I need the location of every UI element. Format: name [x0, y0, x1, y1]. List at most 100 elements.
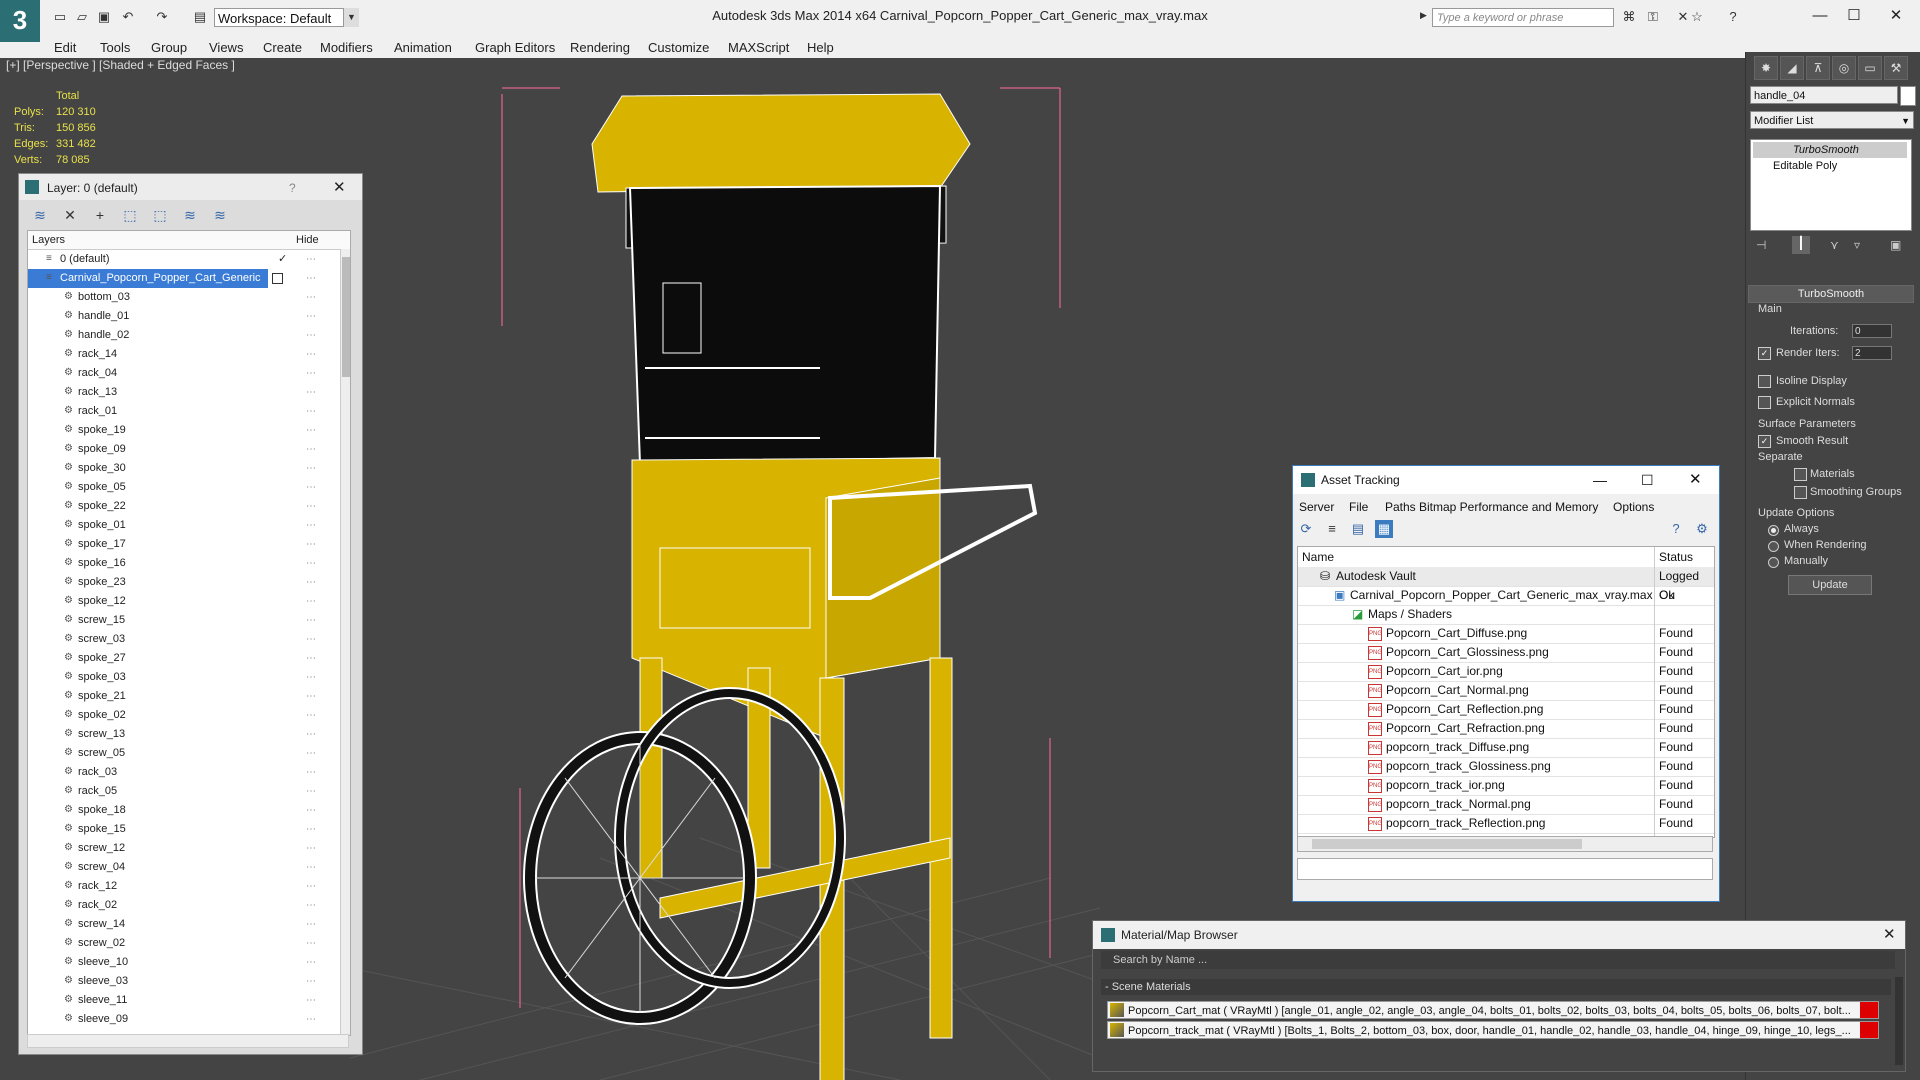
- open-file-icon[interactable]: ▱: [74, 10, 90, 24]
- menu-help[interactable]: Help: [807, 40, 834, 55]
- always-radio[interactable]: [1768, 525, 1779, 536]
- layer-row[interactable]: ⚙ screw_13 ⋯: [28, 725, 330, 744]
- layer-row[interactable]: ⚙ rack_13 ⋯: [28, 383, 330, 402]
- asset-row-map[interactable]: PNG popcorn_track_Reflection.png Found: [1298, 814, 1714, 834]
- layer-row[interactable]: ⚙ rack_02 ⋯: [28, 896, 330, 915]
- hide-toggle[interactable]: ⋯: [306, 497, 316, 516]
- materials-checkbox[interactable]: [1794, 468, 1807, 481]
- asset-row-vault[interactable]: ⛁ Autodesk Vault Logged Ou: [1298, 567, 1714, 602]
- vault-help-icon[interactable]: ?: [1667, 520, 1685, 538]
- layer-row[interactable]: ⚙ sleeve_03 ⋯: [28, 972, 330, 991]
- hide-toggle[interactable]: ⋯: [306, 801, 316, 820]
- asset-row-map[interactable]: PNG Popcorn_Cart_Diffuse.png Found: [1298, 624, 1714, 644]
- modifier-stack[interactable]: TurboSmooth Editable Poly: [1750, 139, 1912, 231]
- smooth-result-checkbox[interactable]: ✓: [1758, 435, 1771, 448]
- redo-icon[interactable]: ↷: [154, 10, 170, 24]
- set-current-layer-icon[interactable]: [272, 273, 283, 284]
- layer-row[interactable]: ⚙ rack_12 ⋯: [28, 877, 330, 896]
- layer-row[interactable]: ⚙ screw_15 ⋯: [28, 611, 330, 630]
- modify-tab-icon[interactable]: ◢: [1780, 56, 1804, 80]
- table-view-icon[interactable]: ▤: [1349, 520, 1367, 538]
- workspace-select[interactable]: Workspace: Default: [214, 8, 358, 27]
- layer-row[interactable]: ⚙ spoke_22 ⋯: [28, 497, 330, 516]
- layer-row[interactable]: ⚙ screw_04 ⋯: [28, 858, 330, 877]
- close-icon[interactable]: ✕: [1883, 925, 1896, 943]
- layer-scrollbar[interactable]: [340, 249, 350, 1035]
- menu-create[interactable]: Create: [263, 40, 302, 55]
- layer-row[interactable]: ⚙ rack_05 ⋯: [28, 782, 330, 801]
- undo-icon[interactable]: ↶: [120, 10, 136, 24]
- asset-row-maps-folder[interactable]: ◪ Maps / Shaders: [1298, 605, 1714, 625]
- motion-tab-icon[interactable]: ◎: [1832, 56, 1856, 80]
- layer-row[interactable]: ⚙ bottom_03 ⋯: [28, 288, 330, 307]
- menu-maxscript[interactable]: MAXScript: [728, 40, 789, 55]
- asset-row-map[interactable]: PNG popcorn_track_Diffuse.png Found: [1298, 738, 1714, 758]
- asset-tree[interactable]: Name Status ⛁ Autodesk Vault Logged Ou ▣…: [1297, 546, 1715, 838]
- maximize-button[interactable]: ☐: [1641, 466, 1654, 494]
- asset-row-map[interactable]: PNG popcorn_track_Glossiness.png Found: [1298, 757, 1714, 777]
- material-search-input[interactable]: Search by Name ...: [1101, 951, 1895, 969]
- hide-toggle[interactable]: ⋯: [306, 364, 316, 383]
- asset-row-map[interactable]: PNG Popcorn_Cart_Reflection.png Found: [1298, 700, 1714, 720]
- scene-materials-header[interactable]: - Scene Materials: [1101, 979, 1891, 995]
- hide-toggle[interactable]: ⋯: [306, 649, 316, 668]
- hide-toggle[interactable]: ⋯: [306, 250, 316, 269]
- app-logo-icon[interactable]: 3: [0, 0, 40, 42]
- remove-modifier-icon[interactable]: ▿: [1854, 238, 1860, 252]
- asset-row-scene-file[interactable]: ▣ Carnival_Popcorn_Popper_Cart_Generic_m…: [1298, 586, 1714, 606]
- hide-all-icon[interactable]: ≋: [181, 206, 199, 224]
- layer-list[interactable]: Layers Hide ≡ 0 (default) ✓ ⋯ ≡ Carnival_Popc…: [27, 230, 351, 1036]
- hide-toggle[interactable]: ⋯: [306, 991, 316, 1010]
- viewport-label[interactable]: [+] [Perspective ] [Shaded + Edged Faces…: [6, 58, 235, 72]
- layer-row[interactable]: ⚙ rack_01 ⋯: [28, 402, 330, 421]
- hide-toggle[interactable]: ⋯: [306, 630, 316, 649]
- name-column-header[interactable]: Name: [1302, 550, 1334, 564]
- hide-toggle[interactable]: ⋯: [306, 307, 316, 326]
- add-selection-icon[interactable]: +: [91, 206, 109, 224]
- hide-toggle[interactable]: ⋯: [306, 858, 316, 877]
- delete-layer-icon[interactable]: ✕: [61, 206, 79, 224]
- object-color-swatch[interactable]: [1900, 86, 1916, 106]
- hide-toggle[interactable]: ⋯: [306, 915, 316, 934]
- layer-row[interactable]: ⚙ sleeve_10 ⋯: [28, 953, 330, 972]
- hide-toggle[interactable]: ⋯: [306, 725, 316, 744]
- asset-row-map[interactable]: PNG popcorn_track_ior.png Found: [1298, 776, 1714, 796]
- menu-rendering[interactable]: Rendering: [570, 40, 630, 55]
- material-browser-titlebar[interactable]: Material/Map Browser ✕: [1093, 921, 1905, 949]
- hide-toggle[interactable]: ⋯: [306, 763, 316, 782]
- search-input[interactable]: Type a keyword or phrase: [1432, 8, 1614, 27]
- hide-toggle[interactable]: ⋯: [306, 877, 316, 896]
- update-button[interactable]: Update: [1788, 575, 1872, 595]
- star-icon[interactable]: ☆: [1688, 9, 1706, 25]
- hide-toggle[interactable]: ⋯: [306, 554, 316, 573]
- smoothing-groups-checkbox[interactable]: [1794, 486, 1807, 499]
- hide-toggle[interactable]: ⋯: [306, 516, 316, 535]
- hierarchy-tab-icon[interactable]: ⊼: [1806, 56, 1830, 80]
- layer-row[interactable]: ⚙ spoke_21 ⋯: [28, 687, 330, 706]
- layer-row[interactable]: ⚙ spoke_18 ⋯: [28, 801, 330, 820]
- hide-toggle[interactable]: ⋯: [306, 839, 316, 858]
- help-button[interactable]: ?: [289, 181, 296, 195]
- layer-row[interactable]: ≡ 0 (default) ✓ ⋯: [28, 250, 330, 269]
- hide-toggle[interactable]: ⋯: [306, 934, 316, 953]
- create-layer-icon[interactable]: ≋: [31, 206, 49, 224]
- hide-toggle[interactable]: ⋯: [306, 478, 316, 497]
- display-tab-icon[interactable]: ▭: [1858, 56, 1882, 80]
- hide-toggle[interactable]: ⋯: [306, 896, 316, 915]
- layer-row[interactable]: ⚙ sleeve_09 ⋯: [28, 1010, 330, 1029]
- layer-row[interactable]: ⚙ spoke_27 ⋯: [28, 649, 330, 668]
- freeze-all-icon[interactable]: ≋: [211, 206, 229, 224]
- configure-modifier-sets-icon[interactable]: ▣: [1890, 238, 1901, 252]
- layer-row[interactable]: ⚙ handle_01 ⋯: [28, 307, 330, 326]
- show-end-result-icon[interactable]: ┃: [1792, 236, 1810, 254]
- render-iters-checkbox[interactable]: ✓: [1758, 347, 1771, 360]
- layer-row[interactable]: ⚙ spoke_12 ⋯: [28, 592, 330, 611]
- asset-row-map[interactable]: PNG Popcorn_Cart_ior.png Found: [1298, 662, 1714, 682]
- hide-toggle[interactable]: ⋯: [306, 421, 316, 440]
- asset-row-map[interactable]: PNG Popcorn_Cart_Normal.png Found: [1298, 681, 1714, 701]
- refresh-icon[interactable]: ⟳: [1297, 520, 1315, 538]
- layer-row[interactable]: ⚙ spoke_05 ⋯: [28, 478, 330, 497]
- scrollbar-thumb[interactable]: [342, 257, 350, 377]
- asset-path-field[interactable]: [1297, 858, 1713, 880]
- layer-row[interactable]: ⚙ spoke_30 ⋯: [28, 459, 330, 478]
